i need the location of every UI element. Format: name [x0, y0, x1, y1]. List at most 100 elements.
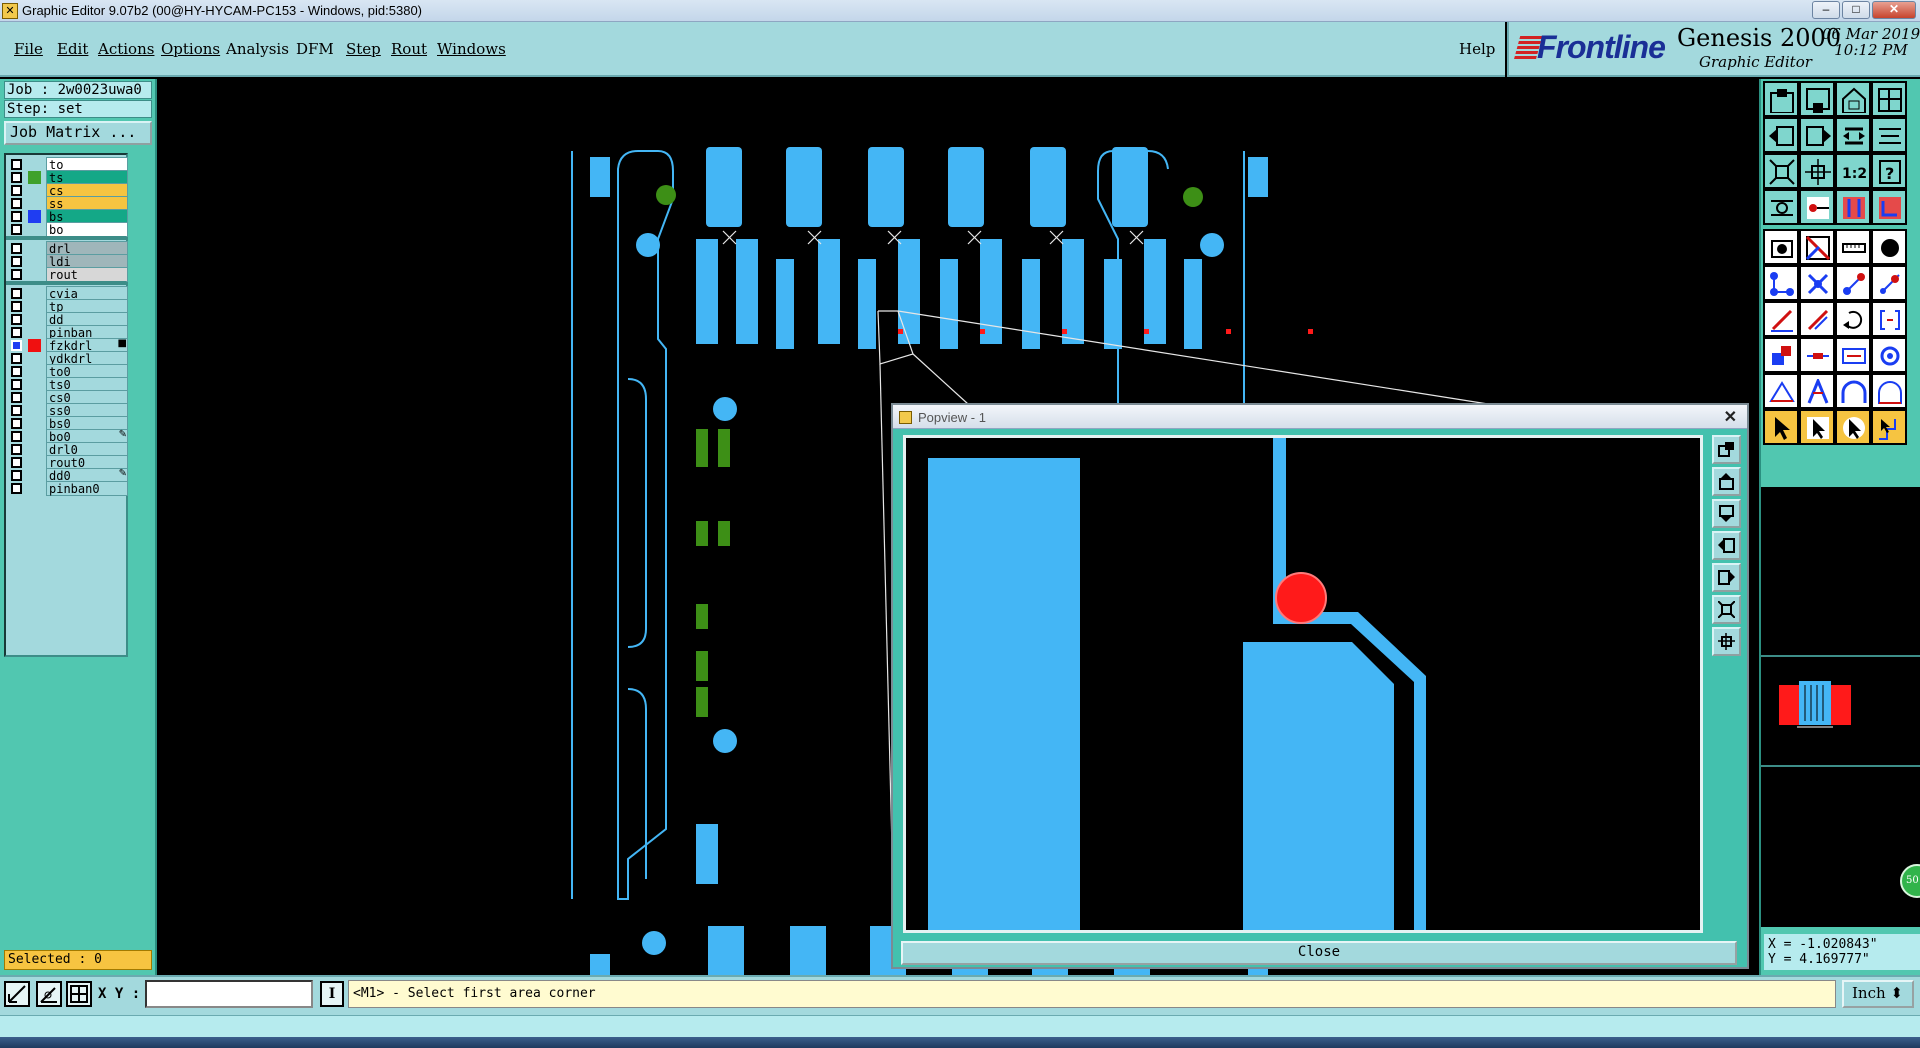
layer-affected-checkbox[interactable] — [11, 211, 22, 222]
layer-name[interactable]: pinban0 — [46, 481, 128, 496]
layer-affected-checkbox[interactable] — [11, 269, 22, 280]
route-tool[interactable] — [1871, 189, 1907, 225]
close-window-button[interactable]: ✕ — [1872, 1, 1916, 19]
layer-affected-checkbox[interactable] — [11, 366, 22, 377]
layer-affected-checkbox[interactable] — [11, 243, 22, 254]
zoom-in-tool[interactable] — [1799, 153, 1835, 189]
home-tool[interactable] — [1835, 81, 1871, 117]
settings-tool[interactable] — [1763, 189, 1799, 225]
layer-affected-checkbox[interactable] — [11, 340, 22, 351]
layer-affected-checkbox[interactable] — [11, 470, 22, 481]
menu-actions[interactable]: Actions — [98, 40, 154, 58]
unit-selector[interactable]: Inch ⬍ — [1842, 980, 1914, 1008]
measure-tool[interactable] — [1799, 189, 1835, 225]
pointer-flow-tool[interactable] — [1871, 409, 1907, 445]
job-matrix-button[interactable]: Job Matrix ... — [4, 121, 152, 145]
node-edit-tool[interactable] — [1763, 265, 1799, 301]
popview-pan-right-tool[interactable] — [1712, 563, 1741, 592]
layer-affected-checkbox[interactable] — [11, 392, 22, 403]
ratio-tool[interactable]: 1:2 — [1835, 153, 1871, 189]
popview-pan-down-tool[interactable] — [1712, 499, 1741, 528]
menu-windows[interactable]: Windows — [437, 40, 506, 58]
menu-edit[interactable]: Edit — [57, 40, 88, 58]
layer-affected-checkbox[interactable] — [11, 288, 22, 299]
layer-affected-checkbox[interactable] — [11, 444, 22, 455]
arc-tool[interactable] — [1835, 373, 1871, 409]
layer-affected-checkbox[interactable] — [11, 431, 22, 442]
arch-tool[interactable] — [1799, 373, 1835, 409]
layer-affected-checkbox[interactable] — [11, 159, 22, 170]
menu-rout[interactable]: Rout — [391, 40, 427, 58]
menu-analysis[interactable]: Analysis — [226, 40, 289, 58]
layer-affected-checkbox[interactable] — [11, 224, 22, 235]
layer-color-swatch[interactable] — [28, 482, 41, 495]
line-red-tool[interactable] — [1799, 337, 1835, 373]
popview-canvas[interactable] — [903, 435, 1703, 933]
zoom-out-tool[interactable] — [1763, 153, 1799, 189]
popview-close-x-button[interactable]: ✕ — [1724, 407, 1737, 427]
rotate-tool[interactable] — [1835, 301, 1871, 337]
pan-left-tool[interactable] — [1763, 117, 1799, 153]
menu-help[interactable]: Help — [1459, 40, 1495, 58]
layer-name[interactable]: bo — [46, 222, 128, 237]
triangle-tool[interactable] — [1763, 373, 1799, 409]
layer-color-swatch[interactable] — [28, 268, 41, 281]
pan-right-tool[interactable] — [1799, 117, 1835, 153]
snap-mode-icon[interactable] — [4, 981, 30, 1007]
slash-tool[interactable] — [1763, 301, 1799, 337]
graphics-canvas[interactable]: Popview - 1 ✕ Close — [158, 79, 1757, 975]
info-icon[interactable]: I — [320, 981, 344, 1007]
angle-snap-icon[interactable] — [36, 981, 62, 1007]
layer-row-pinban0[interactable]: pinban0 — [9, 481, 129, 496]
measure-blue-tool[interactable] — [1835, 337, 1871, 373]
layer-affected-checkbox[interactable] — [11, 327, 22, 338]
line-point-tool[interactable] — [1835, 265, 1871, 301]
layer-affected-checkbox[interactable] — [11, 198, 22, 209]
menu-file[interactable]: File — [14, 40, 43, 58]
draw-tool[interactable] — [1799, 229, 1835, 265]
ruler-tool[interactable] — [1835, 229, 1871, 265]
popview-close-button[interactable]: Close — [901, 941, 1737, 965]
slash-red-tool[interactable] — [1799, 301, 1835, 337]
save-down-tool[interactable] — [1799, 81, 1835, 117]
menu-options[interactable]: Options — [161, 40, 220, 58]
snapshot-tool[interactable] — [1763, 229, 1799, 265]
popview-titlebar[interactable]: Popview - 1 ✕ — [893, 405, 1747, 429]
maximize-button[interactable]: □ — [1842, 1, 1870, 19]
layer-affected-checkbox[interactable] — [11, 314, 22, 325]
popview-zoom-out-tool[interactable] — [1712, 595, 1741, 624]
cross-tool[interactable] — [1799, 265, 1835, 301]
layer-affected-checkbox[interactable] — [11, 405, 22, 416]
layer-affected-checkbox[interactable] — [11, 483, 22, 494]
arc-flat-tool[interactable] — [1871, 373, 1907, 409]
menu-step[interactable]: Step — [346, 40, 381, 58]
pad-tool[interactable] — [1871, 229, 1907, 265]
layer-affected-checkbox[interactable] — [11, 256, 22, 267]
connect-tool[interactable] — [1835, 189, 1871, 225]
grid-snap-icon[interactable] — [66, 981, 92, 1007]
layer-affected-checkbox[interactable] — [11, 185, 22, 196]
popview-zoom-view[interactable] — [906, 438, 1700, 930]
square-red-tool[interactable] — [1763, 337, 1799, 373]
menu-dfm[interactable]: DFM — [296, 40, 334, 58]
layer-row-rout[interactable]: rout — [9, 267, 129, 282]
layout-tool[interactable] — [1871, 81, 1907, 117]
gear-blue-tool[interactable] — [1871, 337, 1907, 373]
popview-overview-tool[interactable] — [1712, 435, 1741, 464]
layer-color-swatch[interactable] — [28, 223, 41, 236]
minimize-button[interactable]: – — [1812, 1, 1840, 19]
expand-tool[interactable] — [1871, 117, 1907, 153]
layer-affected-checkbox[interactable] — [11, 379, 22, 390]
popview-pan-left-tool[interactable] — [1712, 531, 1741, 560]
zoom-fit-tool[interactable] — [1835, 117, 1871, 153]
layer-affected-checkbox[interactable] — [11, 301, 22, 312]
popview-pan-up-tool[interactable] — [1712, 467, 1741, 496]
help-tool[interactable]: ? — [1871, 153, 1907, 189]
layer-row-bo[interactable]: bo — [9, 222, 129, 237]
layer-name[interactable]: rout — [46, 267, 128, 282]
pointer-box-tool[interactable] — [1799, 409, 1835, 445]
step-thumbnail[interactable] — [1761, 655, 1920, 767]
bracket-tool[interactable] — [1871, 301, 1907, 337]
line-add-tool[interactable] — [1871, 265, 1907, 301]
popview-zoom-in-tool[interactable] — [1712, 627, 1741, 656]
